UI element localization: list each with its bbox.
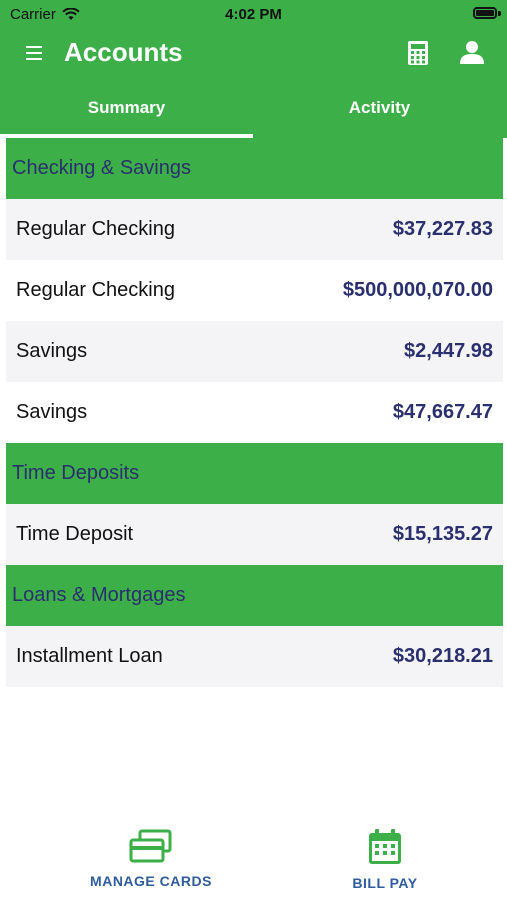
tab-activity[interactable]: Activity <box>253 78 506 138</box>
tab-summary[interactable]: Summary <box>0 78 253 138</box>
account-balance: $37,227.83 <box>392 218 493 240</box>
account-list: Checking & Savings Regular Checking $37,… <box>6 138 503 687</box>
manage-cards-label: MANAGE CARDS <box>90 873 212 889</box>
credit-cards-icon <box>129 829 172 863</box>
account-name: Savings <box>16 340 88 362</box>
calculator-icon[interactable] <box>407 40 429 71</box>
account-row[interactable]: Regular Checking $500,000,070.00 <box>6 260 503 321</box>
section-header-loans-mortgages: Loans & Mortgages <box>6 565 503 626</box>
profile-icon[interactable] <box>459 40 485 69</box>
account-name: Savings <box>16 401 88 423</box>
app-header: Accounts <box>0 28 507 78</box>
manage-cards-button[interactable]: MANAGE CARDS <box>76 828 226 889</box>
account-balance: $500,000,070.00 <box>342 279 493 301</box>
bill-pay-button[interactable]: BILL PAY <box>330 828 440 891</box>
account-row[interactable]: Installment Loan $30,218.21 <box>6 626 503 687</box>
section-header-time-deposits: Time Deposits <box>6 443 503 504</box>
account-balance: $15,135.27 <box>392 523 493 545</box>
calendar-icon <box>369 829 401 864</box>
account-row[interactable]: Savings $2,447.98 <box>6 321 503 382</box>
battery-tip <box>498 11 501 16</box>
bill-pay-label: BILL PAY <box>352 875 418 891</box>
account-row[interactable]: Time Deposit $15,135.27 <box>6 504 503 565</box>
bottom-nav: MANAGE CARDS BILL PAY <box>0 820 507 900</box>
account-row[interactable]: Savings $47,667.47 <box>6 382 503 443</box>
account-name: Regular Checking <box>16 279 175 301</box>
account-balance: $47,667.47 <box>392 401 493 423</box>
page-title: Accounts <box>64 37 183 67</box>
account-balance: $30,218.21 <box>392 645 493 667</box>
status-time: 4:02 PM <box>225 6 282 23</box>
section-header-checking-savings: Checking & Savings <box>6 138 503 199</box>
battery-icon <box>473 7 497 19</box>
account-name: Regular Checking <box>16 218 175 240</box>
status-bar: Carrier 4:02 PM <box>0 0 507 28</box>
tab-bar: Summary Activity <box>0 78 507 138</box>
account-name: Installment Loan <box>16 645 163 667</box>
account-row[interactable]: Regular Checking $37,227.83 <box>6 199 503 260</box>
account-name: Time Deposit <box>16 523 134 545</box>
account-balance: $2,447.98 <box>404 340 493 362</box>
menu-icon[interactable] <box>26 44 44 62</box>
